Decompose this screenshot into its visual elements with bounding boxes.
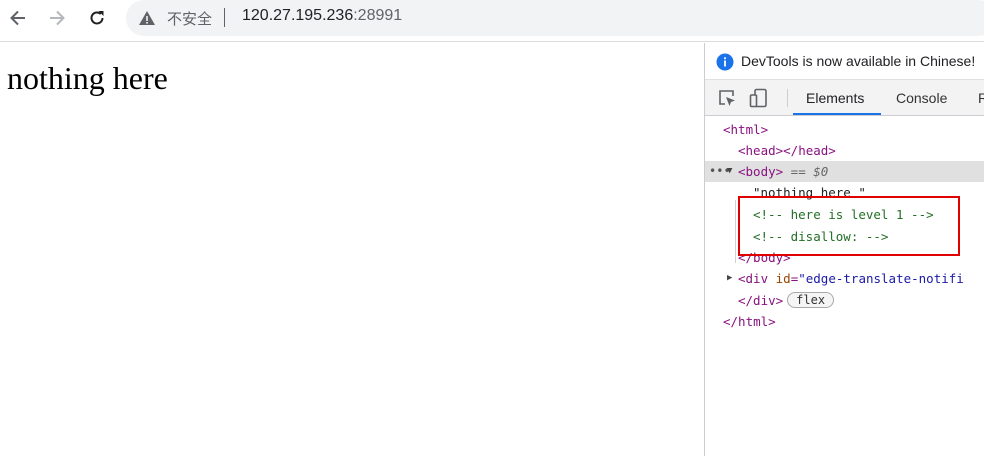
- arrow-left-icon: [10, 10, 25, 26]
- url-host: 120.27.195.236: [242, 7, 354, 24]
- highlight-box: [738, 196, 960, 256]
- back-button[interactable]: [3, 4, 33, 32]
- dom-node-html-close[interactable]: </html>: [705, 311, 984, 332]
- divider: [224, 8, 225, 27]
- reload-button[interactable]: [82, 4, 112, 32]
- arrow-right-icon: [50, 10, 65, 26]
- device-toolbar-icon[interactable]: [749, 88, 769, 112]
- warning-triangle-icon[interactable]: [138, 9, 156, 31]
- tab-console[interactable]: Console: [896, 90, 947, 106]
- devtools-tab-bar: Elements Console R: [705, 80, 984, 116]
- head-tag: <head></head>: [738, 143, 836, 158]
- dom-node-div[interactable]: ▶ <div id="edge-translate-notifi: [705, 268, 984, 289]
- url-port: :28991: [353, 7, 403, 24]
- dom-node-html[interactable]: <html>: [705, 119, 984, 140]
- reload-icon: [90, 11, 104, 25]
- tab-elements[interactable]: Elements: [806, 90, 864, 106]
- browser-toolbar: 不安全 120.27.195.236:28991: [0, 0, 984, 42]
- dom-node-body[interactable]: ••• ▼ <body> == $0: [705, 161, 984, 182]
- notice-text: DevTools is now available in Chinese!: [741, 53, 976, 69]
- div-attr-name: id: [775, 271, 791, 286]
- indent-guide: [735, 200, 736, 263]
- div-attr-value: "edge-translate-notifi: [798, 271, 964, 286]
- body-open-tag: <body>: [738, 164, 784, 179]
- page-body-text: nothing here: [7, 60, 168, 96]
- selected-node-marker: == $0: [783, 164, 829, 179]
- forward-button[interactable]: [42, 4, 72, 32]
- active-tab-indicator: [793, 113, 881, 115]
- url-text[interactable]: 120.27.195.236:28991: [242, 7, 402, 25]
- collapse-triangle-icon[interactable]: ▶: [727, 268, 732, 289]
- toolbar-divider: [787, 89, 788, 107]
- language-notice-bar: DevTools is now available in Chinese!: [705, 43, 984, 80]
- div-close-tag: </div>: [738, 293, 784, 308]
- html-open-tag: <html>: [723, 122, 769, 137]
- security-label[interactable]: 不安全: [167, 8, 212, 29]
- expand-triangle-icon[interactable]: ▼: [727, 161, 732, 182]
- inspect-element-icon[interactable]: [717, 88, 737, 112]
- html-close-tag: </html>: [723, 314, 776, 329]
- dom-node-div-close[interactable]: </div> flex: [705, 290, 984, 311]
- info-icon: [716, 53, 734, 75]
- address-bar[interactable]: 不安全 120.27.195.236:28991: [126, 0, 984, 36]
- dom-node-head[interactable]: <head></head>: [705, 140, 984, 161]
- div-open-tag: <div: [738, 271, 776, 286]
- tab-overflow[interactable]: R: [978, 90, 984, 106]
- flex-badge[interactable]: flex: [787, 292, 835, 308]
- dom-tree: <html> <head></head> ••• ▼ <body> == $0 …: [705, 116, 984, 456]
